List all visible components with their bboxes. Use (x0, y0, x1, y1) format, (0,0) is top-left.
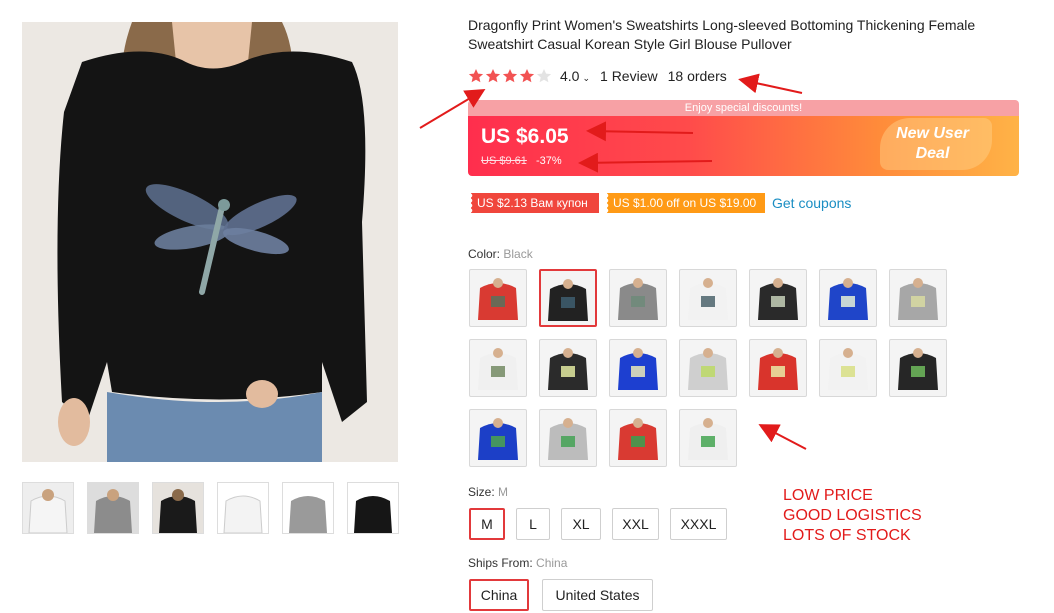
annotation-line-1: LOW PRICE (783, 487, 873, 504)
sweatshirt-thumbnail (478, 418, 518, 460)
star-full-icon (502, 69, 518, 83)
sweatshirt-thumbnail (478, 348, 518, 390)
sweatshirt-thumbnail (548, 418, 588, 460)
size-label-row: Size: M (468, 485, 508, 499)
sweatshirt-thumbnail (618, 278, 658, 320)
color-swatch[interactable] (609, 269, 667, 327)
annotation-note: LOW PRICE GOOD LOGISTICS LOTS OF STOCK (783, 486, 922, 546)
old-price: US $9.61 (481, 155, 527, 167)
sweatshirt-thumbnail (898, 278, 938, 320)
rating-row: 4.0 ⌄ 1 Review 18 orders (468, 67, 727, 85)
color-swatch[interactable] (469, 339, 527, 397)
color-selected-value: Black (503, 247, 533, 261)
sweatshirt-thumbnail (688, 418, 728, 460)
sweatshirt-thumbnail (618, 348, 658, 390)
current-price: US $6.05 (481, 125, 569, 148)
thumbnail-3[interactable] (152, 482, 204, 534)
sweatshirt-thumbnail (688, 278, 728, 320)
size-option-l[interactable]: L (516, 508, 550, 540)
star-full-icon (485, 69, 501, 83)
color-swatch[interactable] (819, 269, 877, 327)
color-swatch[interactable] (889, 339, 947, 397)
new-user-deal-badge: New User Deal (880, 124, 985, 164)
chevron-down-icon: ⌄ (582, 73, 591, 83)
sweatshirt-thumbnail (478, 278, 518, 320)
size-option-m[interactable]: M (469, 508, 505, 540)
thumbnail-6[interactable] (347, 482, 399, 534)
size-label: Size: (468, 485, 495, 499)
sweatshirt-thumbnail (758, 348, 798, 390)
discount-percent: -37% (535, 155, 562, 167)
sweatshirt-thumbnail (828, 278, 868, 320)
product-title: Dragonfly Print Women's Sweatshirts Long… (468, 17, 976, 52)
main-product-image[interactable] (22, 22, 398, 462)
arrow-to-orders (738, 73, 803, 94)
ships-label: Ships From: (468, 556, 533, 570)
size-option-xl[interactable]: XL (561, 508, 601, 540)
sweatshirt-thumbnail (828, 348, 868, 390)
deal-line-2: Deal (915, 145, 950, 162)
ships-option-china[interactable]: China (469, 579, 529, 611)
ships-label-row: Ships From: China (468, 556, 567, 570)
color-swatch[interactable] (609, 409, 667, 467)
color-swatch[interactable] (469, 409, 527, 467)
color-swatch[interactable] (679, 409, 737, 467)
get-coupons-link[interactable]: Get coupons (772, 195, 851, 211)
sweatshirt-thumbnail (548, 279, 588, 321)
color-swatch[interactable] (609, 339, 667, 397)
rating-value[interactable]: 4.0 ⌄ (560, 68, 590, 84)
annotation-line-2: GOOD LOGISTICS (783, 507, 922, 524)
deal-line-1: New User (896, 125, 969, 142)
arrow-to-colors (758, 424, 807, 450)
sweatshirt-thumbnail (898, 348, 938, 390)
thumbnail-4[interactable] (217, 482, 269, 534)
color-swatch[interactable] (679, 269, 737, 327)
coupon-select[interactable]: US $1.00 off on US $19.00 (606, 193, 765, 213)
size-option-xxxl[interactable]: XXXL (670, 508, 727, 540)
color-swatch[interactable] (539, 339, 597, 397)
orders-count: 18 orders (667, 68, 727, 84)
sweatshirt-thumbnail (618, 418, 658, 460)
thumbnail-1[interactable] (22, 482, 74, 534)
sweatshirt-thumbnail (688, 348, 728, 390)
color-swatch[interactable] (889, 269, 947, 327)
color-swatch[interactable] (539, 409, 597, 467)
discount-strip: Enjoy special discounts! (468, 100, 1019, 116)
reviews-link[interactable]: 1 Review (600, 68, 658, 84)
size-selected-value: M (498, 485, 509, 499)
rating-number: 4.0 (560, 68, 580, 84)
star-full-icon (468, 69, 484, 83)
color-swatch[interactable] (679, 339, 737, 397)
size-option-xxl[interactable]: XXL (612, 508, 659, 540)
star-empty-icon (536, 69, 552, 83)
annotation-line-3: LOTS OF STOCK (783, 527, 911, 544)
star-full-icon (519, 69, 535, 83)
color-swatch[interactable] (469, 269, 527, 327)
thumbnail-2[interactable] (87, 482, 139, 534)
color-label: Color: (468, 247, 501, 261)
color-label-row: Color: Black (468, 247, 533, 261)
sweatshirt-thumbnail (548, 348, 588, 390)
color-swatch[interactable] (749, 339, 807, 397)
coupon-store[interactable]: US $2.13 Вам купон (470, 193, 599, 213)
color-swatch[interactable] (539, 269, 597, 327)
old-price-row: US $9.61 -37% (481, 155, 562, 167)
sweatshirt-thumbnail (758, 278, 798, 320)
ships-option-united-states[interactable]: United States (542, 579, 653, 611)
ships-selected-value: China (536, 556, 568, 570)
rating-stars (468, 68, 552, 84)
color-swatch[interactable] (749, 269, 807, 327)
color-swatch[interactable] (819, 339, 877, 397)
thumbnail-5[interactable] (282, 482, 334, 534)
